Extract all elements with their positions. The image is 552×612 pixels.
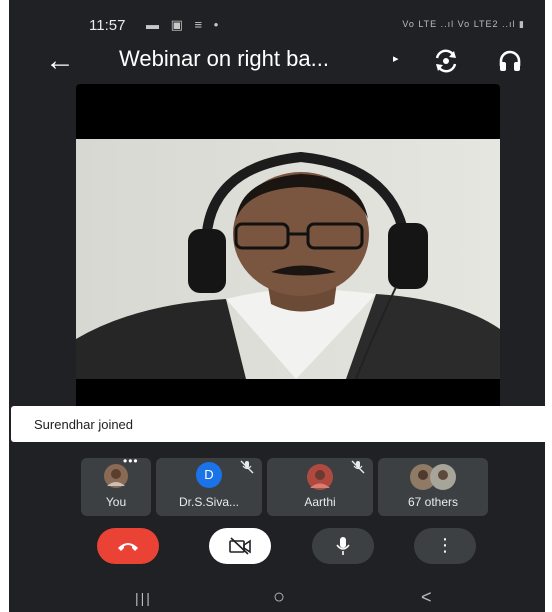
more-options-button[interactable]: ⋮ bbox=[414, 528, 476, 564]
more-vert-icon: ⋮ bbox=[436, 535, 454, 555]
phone-screen: 11:57 ▬ ▣ ≡ • Vo LTE ..ıl Vo LTE2 ..ıl ▮… bbox=[9, 0, 545, 612]
group-avatar bbox=[410, 464, 456, 490]
title-expand-icon[interactable]: ▸ bbox=[393, 52, 399, 65]
speaker-video-feed bbox=[76, 139, 500, 379]
main-video-frame[interactable] bbox=[76, 84, 500, 410]
participant-name: 67 others bbox=[407, 495, 459, 509]
home-icon[interactable]: ○ bbox=[273, 586, 285, 609]
avatar bbox=[104, 464, 128, 488]
participant-name: Dr.S.Siva... bbox=[178, 495, 240, 509]
avatar-initial: D bbox=[196, 462, 222, 488]
toast-text: Surendhar joined bbox=[34, 417, 134, 432]
participant-tile-dr-s-siva[interactable]: D Dr.S.Siva... bbox=[156, 458, 262, 516]
status-notification-icons: ▬ ▣ ≡ • bbox=[146, 17, 223, 32]
camera-toggle-button[interactable] bbox=[209, 528, 271, 564]
camera-off-icon bbox=[229, 537, 251, 555]
back-nav-icon[interactable]: < bbox=[421, 587, 432, 608]
join-toast: Surendhar joined bbox=[11, 406, 545, 442]
mic-off-icon bbox=[240, 460, 254, 474]
recent-apps-icon[interactable]: ||| bbox=[135, 590, 152, 606]
participant-name: You bbox=[105, 495, 127, 509]
mic-icon bbox=[336, 537, 350, 555]
avatar bbox=[307, 464, 333, 490]
status-bar: 11:57 ▬ ▣ ≡ • Vo LTE ..ıl Vo LTE2 ..ıl ▮ bbox=[9, 0, 545, 36]
app-bar: ← Webinar on right ba... ▸ bbox=[9, 36, 545, 86]
switch-camera-icon[interactable] bbox=[433, 48, 459, 74]
mic-toggle-button[interactable] bbox=[312, 528, 374, 564]
signal-battery-icons: Vo LTE ..ıl Vo LTE2 ..ıl ▮ bbox=[402, 19, 525, 29]
participant-tile-you[interactable]: ••• You bbox=[81, 454, 151, 516]
participant-tile-others[interactable]: 67 others bbox=[378, 458, 488, 516]
meeting-title[interactable]: Webinar on right ba... bbox=[119, 46, 329, 72]
participant-name: Aarthi bbox=[304, 495, 336, 509]
end-call-button[interactable] bbox=[97, 528, 159, 564]
headphones-icon[interactable] bbox=[497, 48, 523, 74]
navigation-bar: ||| ○ < bbox=[9, 582, 545, 612]
status-time: 11:57 bbox=[89, 17, 126, 34]
mic-off-icon bbox=[351, 460, 365, 474]
end-call-icon bbox=[118, 543, 138, 551]
participant-tile-aarthi[interactable]: Aarthi bbox=[267, 458, 373, 516]
back-arrow-icon[interactable]: ← bbox=[43, 44, 77, 78]
